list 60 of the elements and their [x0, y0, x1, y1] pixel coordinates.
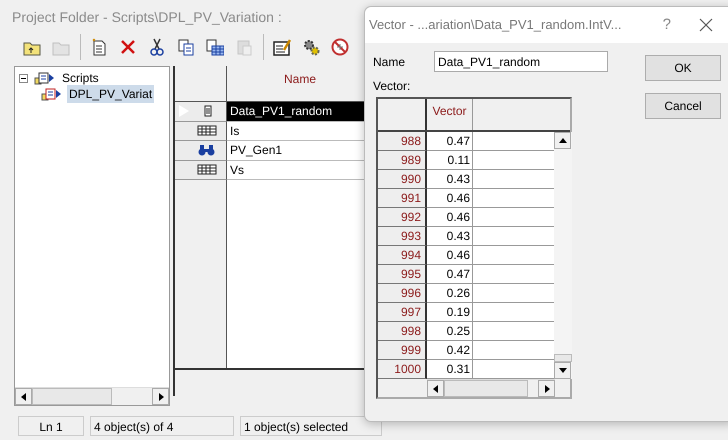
status-panel: 4 object(s) of 4	[90, 416, 234, 436]
value-cell[interactable]: 0.25	[427, 322, 473, 341]
row-index: 997	[378, 303, 427, 322]
scroll-thumb[interactable]	[32, 388, 112, 405]
row-index: 996	[378, 284, 427, 303]
value-cell[interactable]: 0.47	[427, 132, 473, 151]
scroll-thumb[interactable]	[554, 354, 572, 362]
table-icon	[197, 124, 217, 137]
value-cell[interactable]: 0.43	[427, 170, 473, 189]
name-label: Name	[373, 54, 406, 70]
row-index: 995	[378, 265, 427, 284]
horizontal-scrollbar[interactable]	[427, 379, 555, 397]
row-index: 993	[378, 227, 427, 246]
row-index: 999	[378, 341, 427, 360]
status-panel: 1 object(s) selected	[240, 416, 382, 436]
binoculars-icon	[197, 144, 217, 156]
horizontal-scrollbar[interactable]	[15, 387, 169, 405]
collapse-toggle[interactable]	[19, 74, 28, 82]
value-cell[interactable]: 0.47	[427, 265, 473, 284]
dialog-button[interactable]: OK	[645, 55, 721, 81]
value-cell[interactable]: 0.42	[427, 341, 473, 360]
close-button[interactable]	[699, 18, 713, 32]
script-icon	[34, 72, 56, 84]
vector-label: Vector:	[372, 78, 412, 95]
up-arrow-icon[interactable]	[558, 138, 566, 143]
value-cell[interactable]: 0.46	[427, 189, 473, 208]
row-index: 989	[378, 151, 427, 170]
down-arrow-icon[interactable]	[558, 368, 566, 373]
status-panel: Ln 1	[18, 416, 84, 436]
help-button[interactable]: ?	[662, 14, 671, 36]
right-arrow-icon[interactable]	[158, 392, 164, 400]
value-cell[interactable]: 0.19	[427, 303, 473, 322]
tree-item[interactable]: DPL_PV_Variat	[67, 85, 154, 103]
dialog-title: Vector - ...ariation\Data_PV1_random.IntV...	[369, 16, 622, 34]
right-arrow-icon[interactable]	[544, 384, 550, 392]
row-index: 990	[378, 170, 427, 189]
vector-icon	[203, 105, 213, 118]
scroll-thumb[interactable]	[444, 380, 528, 397]
row-index: 991	[378, 189, 427, 208]
script-icon	[41, 88, 63, 100]
value-cell[interactable]: 0.26	[427, 284, 473, 303]
close-icon	[699, 18, 713, 32]
vertical-scrollbar[interactable]	[554, 132, 572, 379]
left-arrow-icon[interactable]	[432, 384, 438, 392]
dialog-button[interactable]: Cancel	[645, 93, 721, 119]
row-index: 992	[378, 208, 427, 227]
row-index: 988	[378, 132, 427, 151]
name-field[interactable]: Data_PV1_random	[434, 51, 608, 72]
value-cell[interactable]: 0.11	[427, 151, 473, 170]
value-cell[interactable]: 0.43	[427, 227, 473, 246]
left-arrow-icon[interactable]	[20, 392, 26, 400]
row-index: 998	[378, 322, 427, 341]
table-icon	[197, 164, 217, 176]
value-cell[interactable]: 0.31	[427, 360, 473, 379]
row-index: 1000	[378, 360, 427, 379]
tree-item[interactable]: Scripts	[60, 69, 101, 87]
value-cell[interactable]: 0.46	[427, 246, 473, 265]
window-title: Project Folder - Scripts\DPL_PV_Variation :	[12, 8, 282, 27]
row-index: 994	[378, 246, 427, 265]
value-cell[interactable]: 0.46	[427, 208, 473, 227]
